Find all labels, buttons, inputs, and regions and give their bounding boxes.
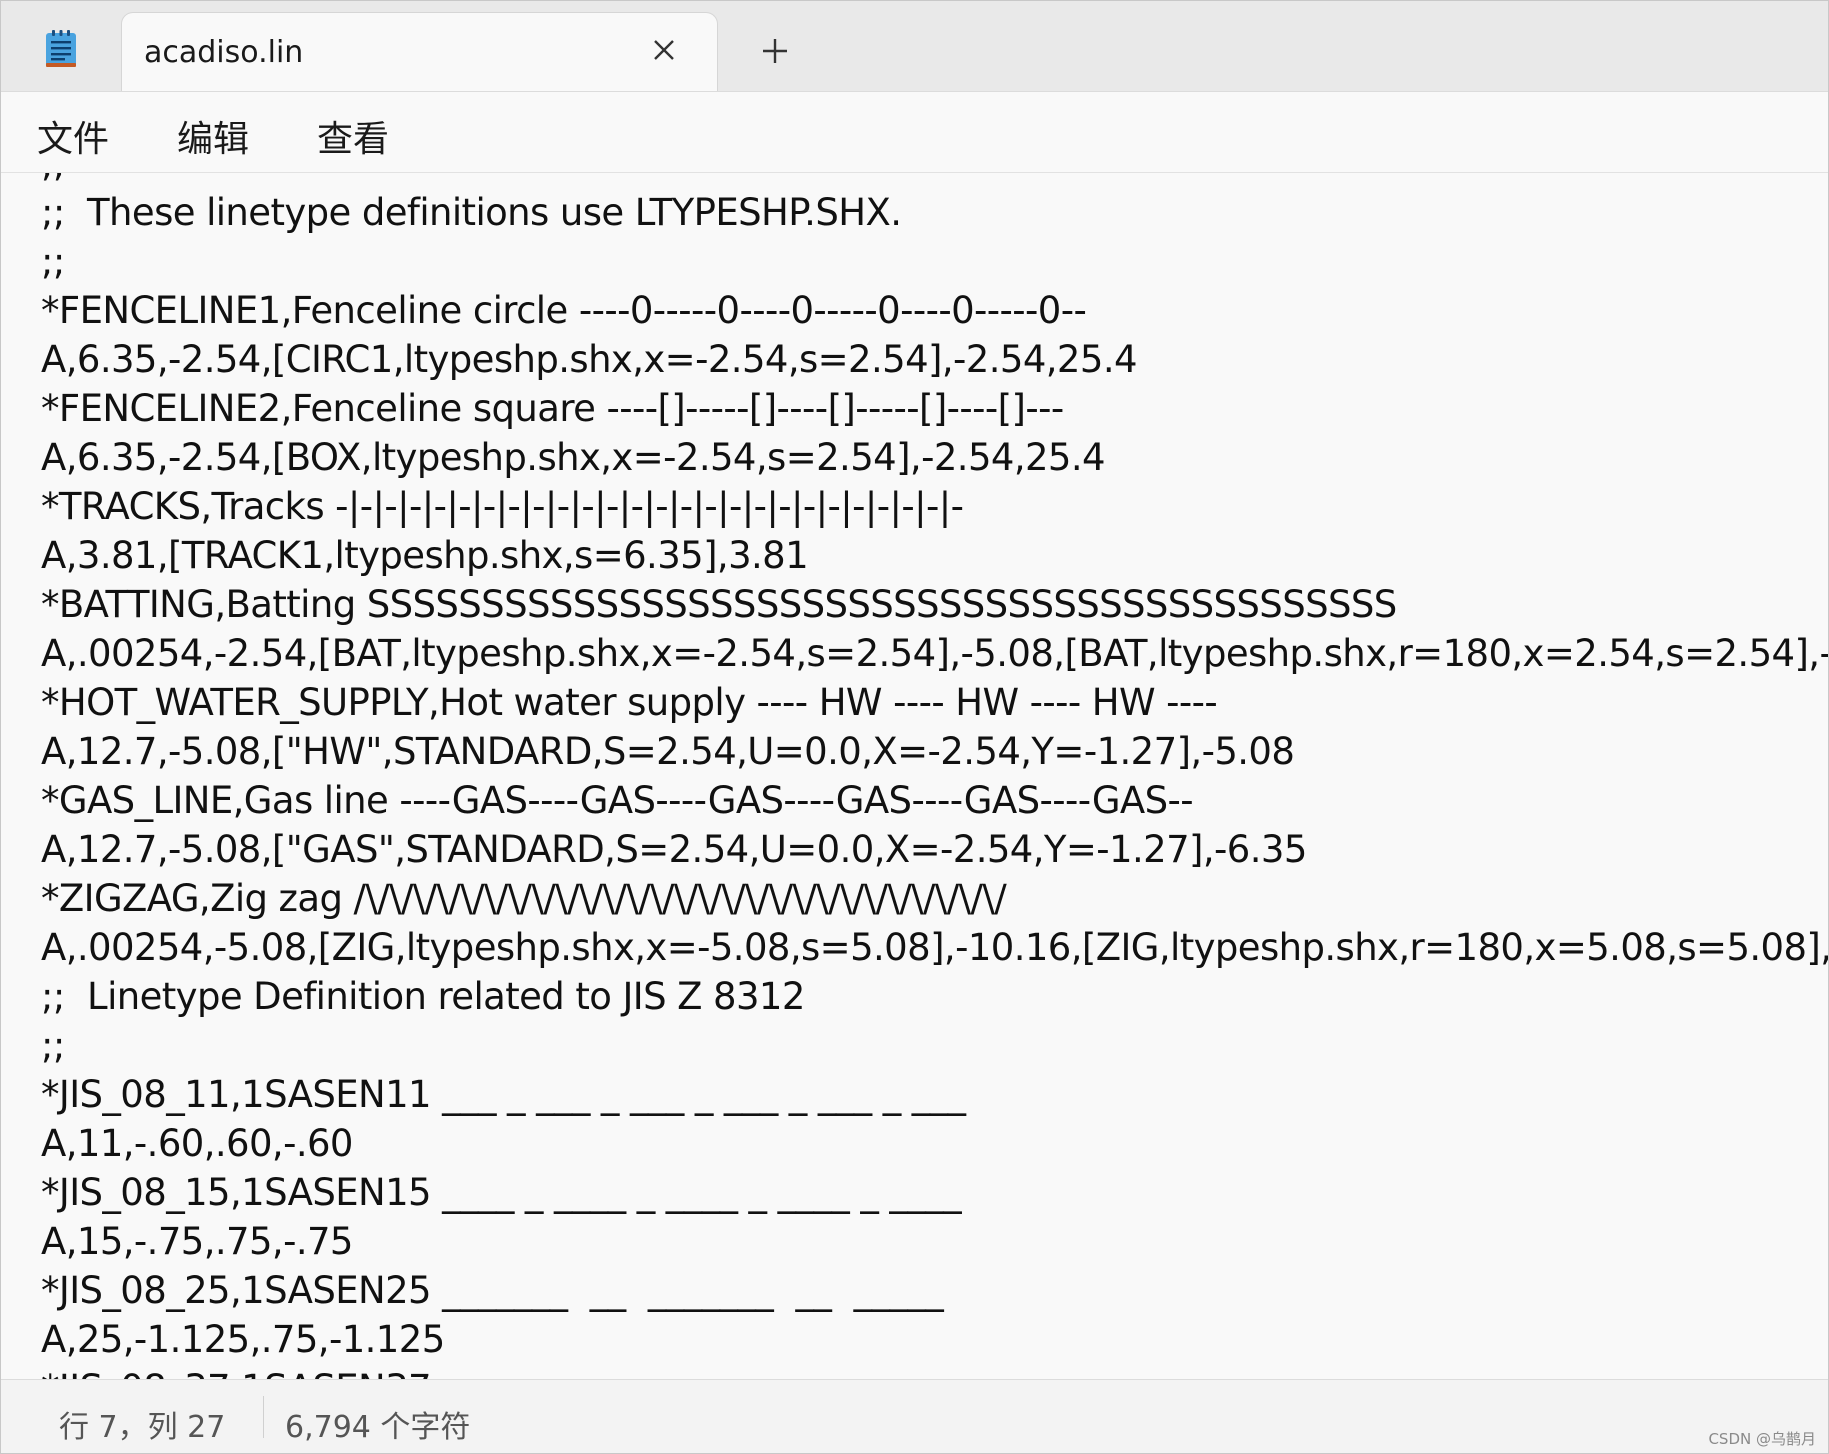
editor-line: *HOT_WATER_SUPPLY,Hot water supply ---- … — [41, 681, 1218, 724]
title-bar: acadiso.lin — [1, 1, 1828, 92]
tab-title: acadiso.lin — [144, 35, 304, 70]
editor-line: ;; — [41, 173, 1828, 188]
editor-line: A,6.35,-2.54,[BOX,ltypeshp.shx,x=-2.54,s… — [41, 436, 1106, 479]
editor-line: A,.00254,-5.08,[ZIG,ltypeshp.shx,x=-5.08… — [41, 926, 1828, 969]
editor-line: ;; These linetype definitions use LTYPES… — [41, 191, 902, 234]
menu-view[interactable]: 查看 — [317, 110, 389, 162]
tab-acadiso[interactable]: acadiso.lin — [121, 12, 718, 91]
text-editor[interactable]: ;; ;; These linetype definitions use LTY… — [1, 173, 1828, 1379]
close-icon[interactable] — [647, 33, 681, 67]
notepad-window: acadiso.lin 文件 编辑 查看 ;; ;; These linetyp… — [0, 0, 1829, 1454]
menu-file[interactable]: 文件 — [37, 110, 109, 162]
notepad-icon — [46, 30, 76, 67]
menu-bar: 文件 编辑 查看 — [1, 92, 1828, 173]
cursor-position[interactable]: 行 7，列 27 — [59, 1402, 225, 1446]
editor-line: A,6.35,-2.54,[CIRC1,ltypeshp.shx,x=-2.54… — [41, 338, 1138, 381]
editor-lines: ;; ;; These linetype definitions use LTY… — [41, 173, 1828, 1379]
editor-line: *FENCELINE1,Fenceline circle ----0-----0… — [41, 289, 1087, 332]
character-count: 6,794 个字符 — [285, 1410, 471, 1445]
editor-line: ;; — [41, 1024, 65, 1067]
watermark: CSDN @乌鹊月 — [1708, 1430, 1816, 1448]
editor-line: *JIS_08_11,1SASEN11 ___ _ ___ _ ___ _ __… — [41, 1073, 966, 1116]
editor-line: *JIS_08_37,1SASEN37 — [41, 1364, 1828, 1379]
plus-icon[interactable] — [759, 35, 791, 67]
editor-line: A,3.81,[TRACK1,ltypeshp.shx,s=6.35],3.81 — [41, 534, 809, 577]
editor-line: A,11,-.60,.60,-.60 — [41, 1122, 353, 1165]
editor-line: *TRACKS,Tracks -|-|-|-|-|-|-|-|-|-|-|-|-… — [41, 485, 964, 528]
editor-line: A,25,-1.125,.75,-1.125 — [41, 1318, 445, 1361]
menu-edit[interactable]: 编辑 — [177, 110, 249, 162]
editor-line: *JIS_08_25,1SASEN25 _______ __ _______ _… — [41, 1269, 944, 1312]
editor-line: *BATTING,Batting SSSSSSSSSSSSSSSSSSSSSSS… — [41, 583, 1397, 626]
status-bar: 行 7，列 27 6,794 个字符 CSDN @乌鹊月 — [1, 1379, 1828, 1453]
editor-line: *ZIGZAG,Zig zag /\/\/\/\/\/\/\/\/\/\/\/\… — [41, 877, 1007, 920]
editor-line: ;; — [41, 240, 65, 283]
editor-line: ;; Linetype Definition related to JIS Z … — [41, 975, 805, 1018]
status-divider — [263, 1396, 264, 1438]
editor-line: *JIS_08_15,1SASEN15 ____ _ ____ _ ____ _… — [41, 1171, 962, 1214]
editor-line: A,15,-.75,.75,-.75 — [41, 1220, 353, 1263]
editor-line: A,.00254,-2.54,[BAT,ltypeshp.shx,x=-2.54… — [41, 632, 1828, 675]
editor-line: A,12.7,-5.08,["HW",STANDARD,S=2.54,U=0.0… — [41, 730, 1295, 773]
editor-line: A,12.7,-5.08,["GAS",STANDARD,S=2.54,U=0.… — [41, 828, 1307, 871]
editor-line: *FENCELINE2,Fenceline square ----[]-----… — [41, 387, 1064, 430]
editor-line: *GAS_LINE,Gas line ----GAS----GAS----GAS… — [41, 779, 1194, 822]
